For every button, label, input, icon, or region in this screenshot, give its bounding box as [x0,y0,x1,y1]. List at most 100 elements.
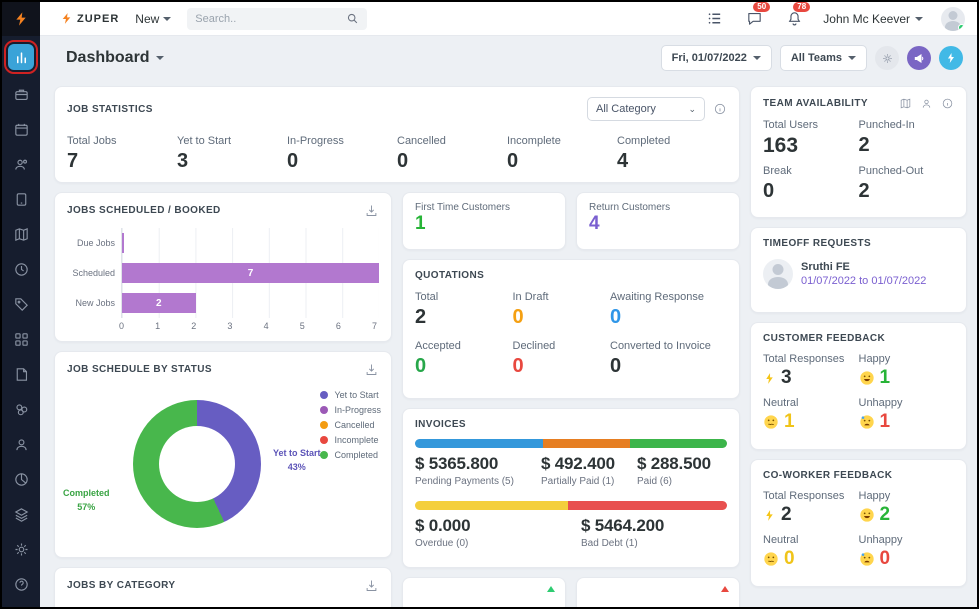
bar-chart: Due Jobs Scheduled 7 New Jobs 2 [67,228,379,331]
category-filter-value: All Category [596,103,656,115]
page-title-dropdown[interactable]: Dashboard [66,49,164,67]
metric-yet-to-start: Yet to Start3 [177,135,287,172]
map-icon[interactable] [899,97,912,110]
legend-incomplete[interactable]: Incomplete [320,435,381,445]
metric-total-jobs: Total Jobs7 [67,135,177,172]
card-title: JOB SCHEDULE BY STATUS [67,364,212,375]
announcements-button[interactable] [907,46,931,70]
online-status-dot [958,24,965,31]
metric-label: First Time Customers [415,202,553,213]
metric-incomplete: Incomplete0 [507,135,617,172]
download-icon[interactable] [364,203,379,218]
metric-completed: Completed4 [617,135,727,172]
sidebar-item-parts[interactable] [10,398,32,420]
coworker-feedback-card: CO-WORKER FEEDBACK Total Responses 2 Hap… [750,459,967,587]
segment-bad-debt [568,501,727,510]
sidebar-item-devices[interactable] [10,188,32,210]
chevron-down-icon [163,17,171,21]
page-title: Dashboard [66,49,150,67]
bar-due-jobs[interactable] [122,233,124,253]
sidebar-item-apps[interactable] [10,328,32,350]
new-menu[interactable]: New [135,12,171,26]
first-time-customers-value: 1 [415,213,553,235]
metric-cf-unhappy: Unhappy 1 [859,397,955,433]
metric-in-progress: In-Progress0 [287,135,397,172]
notifications-button[interactable]: 78 [783,8,805,30]
metric-break: Break0 [763,165,859,202]
search-input[interactable] [195,13,340,25]
metric-cf-happy: Happy 1 [859,353,955,389]
team-filter-button[interactable]: All Teams [780,45,867,71]
trend-up-icon [721,586,729,592]
card-title: INVOICES [415,419,466,430]
brand-logo[interactable]: ZUPER [60,12,119,25]
timeoff-date-range[interactable]: 01/07/2022 to 01/07/2022 [801,275,926,287]
sidebar-item-map[interactable] [10,223,32,245]
user-icon [13,436,30,453]
metric-quot-total: Total2 [415,291,513,328]
segment-pending [415,439,543,448]
return-customers-value: 4 [589,213,727,235]
download-icon[interactable] [364,362,379,377]
sidebar-item-assets[interactable] [10,503,32,525]
user-avatar[interactable] [941,7,965,31]
app-window: ZUPER New 50 78 [0,0,979,609]
sidebar-item-settings[interactable] [10,538,32,560]
chart-legend: Yet to Start In-Progress Cancelled Incom… [320,390,381,460]
legend-cancelled[interactable]: Cancelled [320,420,381,430]
info-icon[interactable] [941,97,954,110]
chat-icon [746,10,763,27]
sidebar-item-dashboard[interactable] [8,44,34,70]
lightning-icon [763,508,776,523]
bar-new-jobs[interactable]: 2 [122,293,196,313]
category-filter-select[interactable]: All Category⌄ [587,97,705,121]
legend-in-progress[interactable]: In-Progress [320,405,381,415]
sidebar-item-users[interactable] [10,433,32,455]
card-title: TEAM AVAILABILITY [763,98,868,109]
bar-row-due-jobs: Due Jobs [67,228,379,258]
donut-label-yet-to-start: Yet to Start43% [273,447,321,474]
search-icon[interactable] [346,12,359,25]
sidebar-item-timesheet[interactable] [10,258,32,280]
jobs-by-category-card: JOBS BY CATEGORY [54,567,392,607]
user-menu[interactable]: John Mc Keever [823,12,923,26]
timeoff-request-item[interactable]: Sruthi FE 01/07/2022 to 01/07/2022 [763,259,954,289]
chat-badge: 50 [753,2,770,13]
activity-list-button[interactable] [703,8,725,30]
sidebar-item-help[interactable] [10,573,32,595]
jobs-scheduled-card: JOBS SCHEDULED / BOOKED Due Jobs [54,192,392,342]
tablet-icon [13,191,30,208]
bar-scheduled[interactable]: 7 [122,263,379,283]
user-icon[interactable] [920,97,933,110]
legend-yet-to-start[interactable]: Yet to Start [320,390,381,400]
sidebar [2,2,40,607]
status-donut[interactable] [133,400,261,528]
app-logo[interactable] [2,2,40,36]
new-menu-label: New [135,12,159,26]
sidebar-item-customers[interactable] [10,153,32,175]
date-filter-button[interactable]: Fri, 01/07/2022 [661,45,772,71]
download-icon[interactable] [364,578,379,593]
metric-punched-in: Punched-In2 [859,119,955,157]
chat-button[interactable]: 50 [743,8,765,30]
partial-card-2 [576,577,740,607]
metric-quot-accepted: Accepted0 [415,340,513,377]
sidebar-item-documents[interactable] [10,363,32,385]
avatar-silhouette [949,11,958,20]
help-icon [13,576,30,593]
notifications-badge: 78 [793,2,810,13]
legend-completed[interactable]: Completed [320,450,381,460]
clock-icon [13,261,30,278]
sidebar-item-tags[interactable] [10,293,32,315]
zuper-bolt-icon [60,12,73,25]
invoice-bar-2 [415,501,727,510]
sidebar-item-jobs[interactable] [10,83,32,105]
main-area: ZUPER New 50 78 [40,2,977,607]
bar-chart-icon [14,50,29,65]
quick-actions-button[interactable] [939,46,963,70]
dashboard-settings-button[interactable] [875,46,899,70]
date-filter-value: Fri, 01/07/2022 [672,52,747,64]
sidebar-item-schedule[interactable] [10,118,32,140]
info-icon[interactable] [713,102,727,116]
sidebar-item-reports[interactable] [10,468,32,490]
